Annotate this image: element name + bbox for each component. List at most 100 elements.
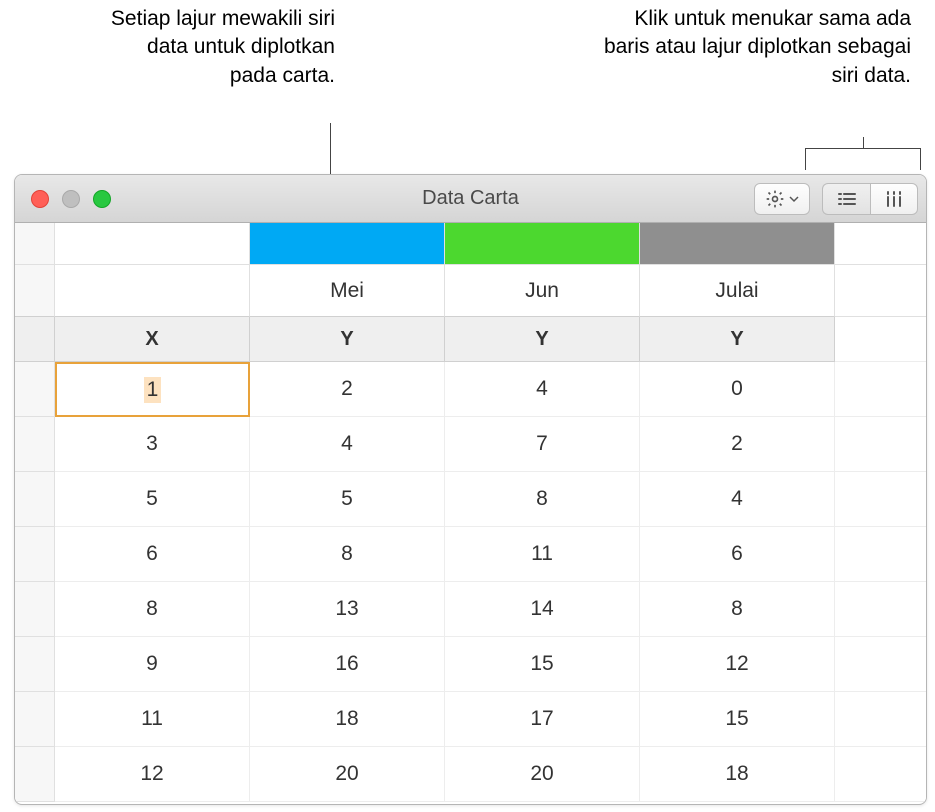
cell-value: 11 <box>141 707 163 731</box>
series-name-2[interactable]: Julai <box>640 265 835 317</box>
chart-data-editor-window: Data Carta <box>14 174 927 805</box>
data-cell-x[interactable]: 11 <box>55 692 250 747</box>
data-cell-y[interactable]: 20 <box>445 747 640 802</box>
table-row: 11 1817 15 <box>15 692 926 747</box>
columns-icon <box>884 190 904 208</box>
series-color-2[interactable] <box>640 223 835 265</box>
cell-value: 5 <box>341 487 353 511</box>
data-cell-y[interactable]: 18 <box>250 692 445 747</box>
data-cell-x[interactable]: 9 <box>55 637 250 692</box>
data-cell-y[interactable]: 12 <box>640 637 835 692</box>
table-row: 12 20 20 18 <box>15 747 926 802</box>
minimize-window-button[interactable] <box>62 190 80 208</box>
axis-y-label-2[interactable]: Y <box>640 317 835 362</box>
table-row: 3472 <box>15 417 926 472</box>
cell-value: 8 <box>731 597 743 621</box>
cell-value: 13 <box>335 597 358 621</box>
data-cell-x[interactable]: 5 <box>55 472 250 527</box>
cell-value: 12 <box>140 762 163 786</box>
x-column-spacer <box>55 265 250 317</box>
close-window-button[interactable] <box>31 190 49 208</box>
axis-y-label-0[interactable]: Y <box>250 317 445 362</box>
data-cell-y[interactable]: 13 <box>250 582 445 637</box>
row-header-spacer <box>15 265 55 317</box>
data-cell-y[interactable]: 15 <box>445 637 640 692</box>
row-header-spacer[interactable] <box>15 362 55 417</box>
cell-value: 4 <box>731 487 743 511</box>
empty-cell <box>835 747 926 802</box>
row-header-spacer[interactable] <box>15 417 55 472</box>
cell-value: 0 <box>731 377 743 401</box>
data-cell-y[interactable]: 8 <box>640 582 835 637</box>
empty-cell <box>835 265 926 317</box>
data-cell-y[interactable]: 15 <box>640 692 835 747</box>
data-cell-x[interactable]: 3 <box>55 417 250 472</box>
plot-columns-button[interactable] <box>870 183 918 215</box>
axis-x-label[interactable]: X <box>55 317 250 362</box>
traffic-lights <box>15 190 111 208</box>
empty-cell <box>835 317 926 362</box>
rows-icon <box>837 191 857 207</box>
cell-value: 20 <box>335 762 358 786</box>
zoom-window-button[interactable] <box>93 190 111 208</box>
row-header-spacer[interactable] <box>15 527 55 582</box>
settings-menu-button[interactable] <box>754 183 810 215</box>
series-color-1[interactable] <box>445 223 640 265</box>
table-row: 6 8 11 6 <box>15 527 926 582</box>
data-cell-y[interactable]: 7 <box>445 417 640 472</box>
cell-value: 9 <box>146 652 158 676</box>
data-cell-y[interactable]: 2 <box>250 362 445 417</box>
x-column-spacer <box>55 223 250 265</box>
gear-icon <box>765 189 785 209</box>
data-cell-x[interactable]: 1 <box>55 362 250 417</box>
cell-value: 4 <box>536 377 548 401</box>
data-cell-y[interactable]: 2 <box>640 417 835 472</box>
axis-y-label-1[interactable]: Y <box>445 317 640 362</box>
data-cell-y[interactable]: 6 <box>640 527 835 582</box>
empty-cell <box>835 637 926 692</box>
cell-value: 20 <box>530 762 553 786</box>
data-cell-y[interactable]: 20 <box>250 747 445 802</box>
data-cell-y[interactable]: 0 <box>640 362 835 417</box>
series-color-0[interactable] <box>250 223 445 265</box>
data-cell-y[interactable]: 18 <box>640 747 835 802</box>
empty-cell <box>835 527 926 582</box>
data-cell-y[interactable]: 4 <box>640 472 835 527</box>
axis-label-row: X Y Y Y <box>15 317 926 362</box>
cell-value: 2 <box>341 377 353 401</box>
empty-cell <box>835 362 926 417</box>
data-cell-x[interactable]: 6 <box>55 527 250 582</box>
row-header-spacer <box>15 223 55 265</box>
row-header-spacer[interactable] <box>15 472 55 527</box>
plot-orientation-segmented <box>822 183 918 215</box>
data-cell-y[interactable]: 4 <box>250 417 445 472</box>
data-cell-y[interactable]: 16 <box>250 637 445 692</box>
row-header-spacer[interactable] <box>15 692 55 747</box>
window-title: Data Carta <box>422 187 519 210</box>
plot-rows-button[interactable] <box>822 183 870 215</box>
row-header-spacer[interactable] <box>15 637 55 692</box>
cell-value: 11 <box>531 542 553 566</box>
cell-value: 5 <box>146 487 158 511</box>
series-name-row: Mei Jun Julai <box>15 265 926 317</box>
cell-value: 15 <box>725 707 748 731</box>
data-cell-x[interactable]: 12 <box>55 747 250 802</box>
cell-value: 6 <box>146 542 158 566</box>
row-header-spacer[interactable] <box>15 582 55 637</box>
data-cell-y[interactable]: 14 <box>445 582 640 637</box>
data-cell-y[interactable]: 11 <box>445 527 640 582</box>
callout-column-series: Setiap lajur mewakili siri data untuk di… <box>95 5 335 90</box>
row-header-spacer <box>15 317 55 362</box>
data-cell-y[interactable]: 4 <box>445 362 640 417</box>
data-cell-y[interactable]: 8 <box>250 527 445 582</box>
callout-toggle-series: Klik untuk menukar sama ada baris atau l… <box>601 5 911 90</box>
data-cell-y[interactable]: 8 <box>445 472 640 527</box>
data-cell-y[interactable]: 5 <box>250 472 445 527</box>
series-name-0[interactable]: Mei <box>250 265 445 317</box>
series-name-1[interactable]: Jun <box>445 265 640 317</box>
cell-value: 8 <box>146 597 158 621</box>
row-header-spacer[interactable] <box>15 747 55 802</box>
data-cell-y[interactable]: 17 <box>445 692 640 747</box>
data-cell-x[interactable]: 8 <box>55 582 250 637</box>
empty-cell <box>835 223 926 265</box>
